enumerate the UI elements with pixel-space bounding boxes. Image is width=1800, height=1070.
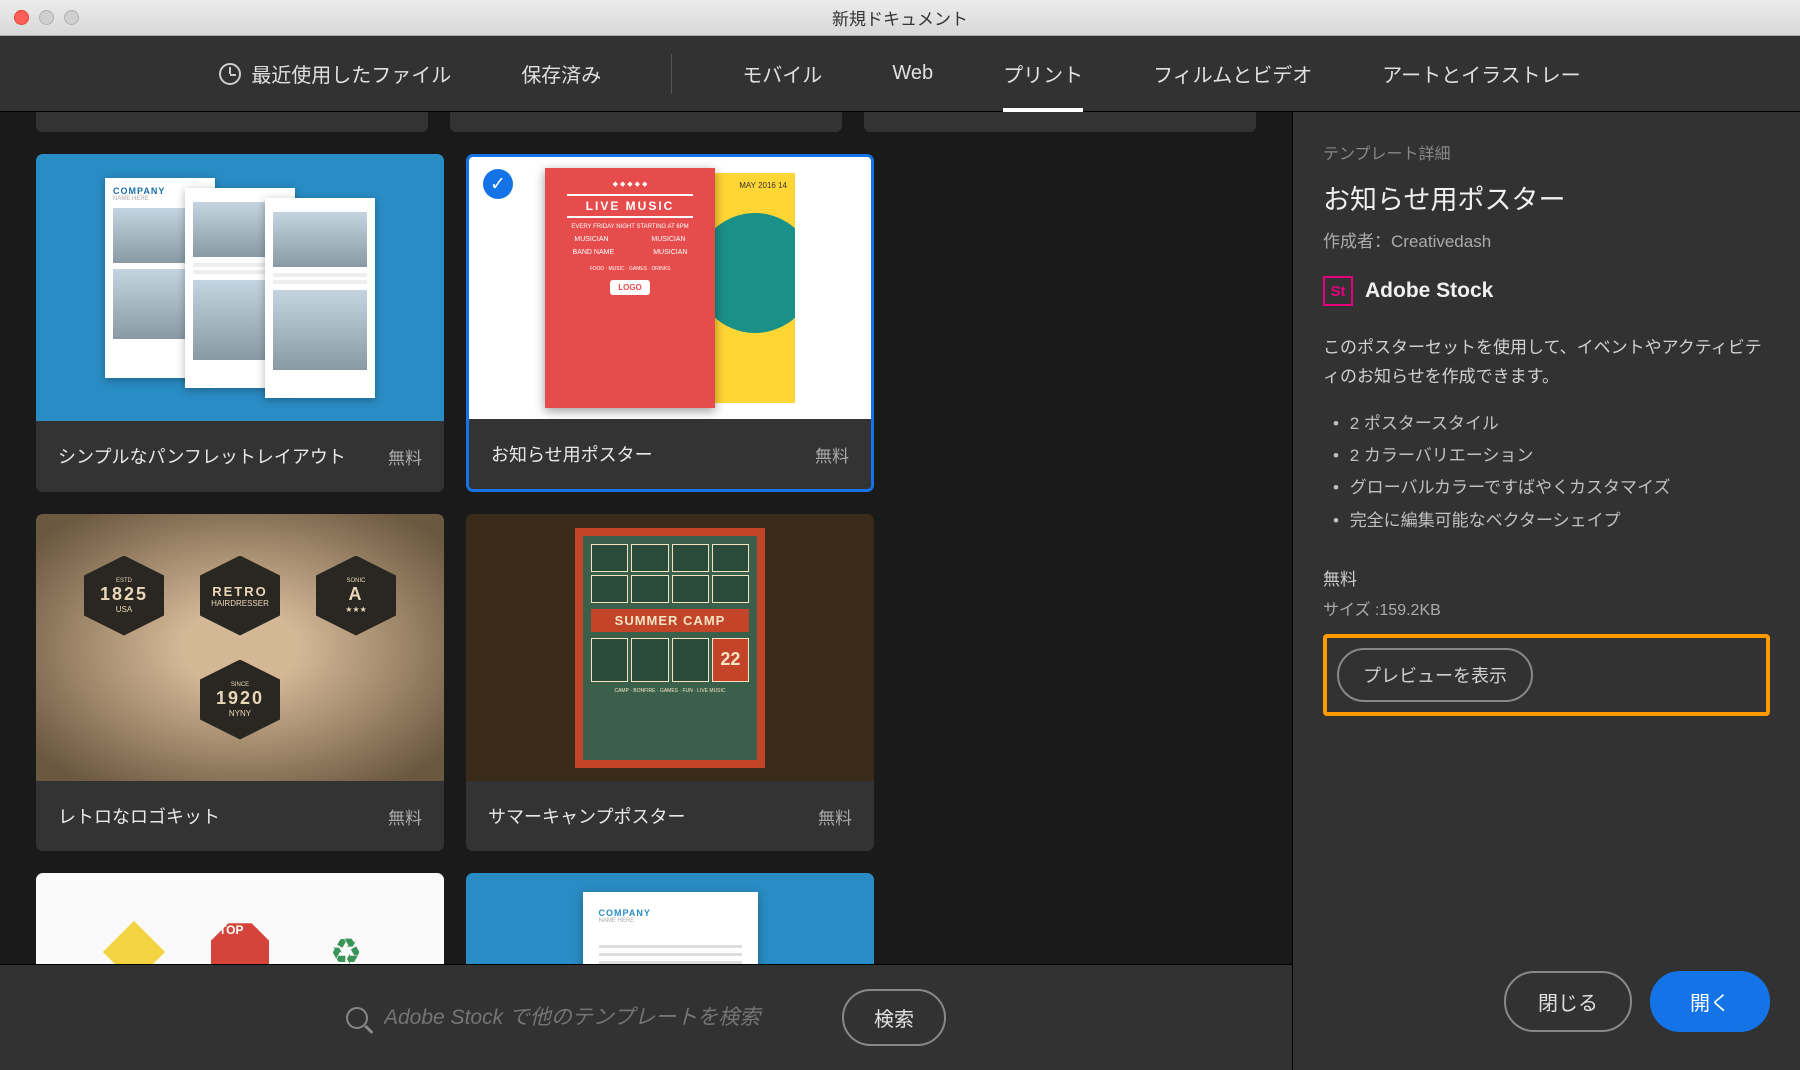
thumb-text: A: [349, 584, 364, 605]
thumb-text: 1920: [216, 688, 264, 709]
detail-size: サイズ :159.2KB: [1323, 596, 1770, 620]
tab-label: フィルムとビデオ: [1153, 59, 1312, 88]
template-card-partial[interactable]: [864, 112, 1256, 132]
template-price: 無料: [388, 444, 422, 469]
list-item: 2 ポスタースタイル: [1333, 408, 1770, 440]
thumb-text: 22: [712, 638, 749, 682]
thumb-text: HAIRDRESSER: [211, 599, 269, 608]
thumb-text: MUSICIAN: [574, 236, 608, 243]
preview-highlight-box: プレビューを表示: [1323, 634, 1770, 716]
show-preview-button[interactable]: プレビューを表示: [1337, 648, 1533, 702]
thumb-text: MUSICIAN: [653, 249, 687, 256]
category-tabs: 最近使用したファイル 保存済み モバイル Web プリント フィルムとビデオ ア…: [0, 36, 1800, 112]
tab-label: アートとイラストレー: [1382, 59, 1580, 88]
titlebar: 新規ドキュメント: [0, 0, 1800, 36]
detail-author: 作成者：Creativedash: [1323, 227, 1770, 252]
thumb-text: MAY 2016 14: [739, 181, 787, 190]
window-controls: [0, 10, 79, 25]
thumb-text: LIVE MUSIC: [567, 194, 693, 218]
thumb-text: SUMMER CAMP: [591, 609, 749, 632]
template-price: 無料: [818, 804, 852, 829]
template-name: お知らせ用ポスター: [491, 441, 653, 467]
template-price: 無料: [388, 804, 422, 829]
template-name: サマーキャンプポスター: [488, 803, 685, 829]
thumb-text: LOGO: [610, 280, 650, 295]
open-button[interactable]: 開く: [1650, 971, 1770, 1032]
thumb-text: EVERY FRIDAY NIGHT STARTING AT 6PM: [553, 224, 707, 230]
tab-label: 最近使用したファイル: [251, 59, 451, 88]
clock-icon: [219, 63, 241, 85]
template-grid-area: COMPANY NAME HERE: [0, 112, 1292, 1070]
list-item: 完全に編集可能なベクターシェイプ: [1333, 505, 1770, 537]
thumbnail: COMPANY NAME HERE: [36, 154, 444, 421]
tab-web[interactable]: Web: [892, 38, 933, 109]
thumb-text: USA: [116, 605, 132, 614]
template-card-partial[interactable]: [36, 112, 428, 132]
tab-recent[interactable]: 最近使用したファイル: [219, 35, 451, 112]
thumb-text: COMPANY: [599, 908, 742, 918]
thumb-text: 1825: [100, 584, 148, 605]
search-bar: 検索: [0, 964, 1292, 1070]
selected-check-icon: ✓: [483, 169, 513, 199]
template-name: レトロなロゴキット: [58, 803, 220, 829]
detail-panel: テンプレート詳細 お知らせ用ポスター 作成者：Creativedash St A…: [1292, 112, 1800, 1070]
tab-label: Web: [892, 62, 933, 85]
thumb-text: CAMP · BONFIRE · GAMES · FUN · LIVE MUSI…: [591, 688, 749, 694]
detail-title: お知らせ用ポスター: [1323, 178, 1770, 217]
template-card-summer-camp[interactable]: SUMMER CAMP 22 CAMP · BONFIRE · GAMES · …: [466, 514, 874, 851]
detail-price: 無料: [1323, 565, 1770, 590]
template-card-partial[interactable]: [450, 112, 842, 132]
window-title: 新規ドキュメント: [832, 5, 968, 30]
tab-label: 保存済み: [521, 59, 601, 88]
minimize-window-icon: [39, 10, 54, 25]
template-price: 無料: [815, 442, 849, 467]
thumb-text: MUSICIAN: [651, 236, 685, 243]
detail-heading: テンプレート詳細: [1323, 140, 1770, 164]
divider: [671, 54, 672, 94]
thumbnail: SUMMER CAMP 22 CAMP · BONFIRE · GAMES · …: [466, 514, 874, 781]
detail-description: このポスターセットを使用して、イベントやアクティビティのお知らせを作成できます。: [1323, 334, 1770, 392]
adobe-stock-label: Adobe Stock: [1365, 279, 1493, 303]
tab-art[interactable]: アートとイラストレー: [1382, 35, 1580, 112]
tab-label: プリント: [1003, 59, 1083, 88]
template-card-retro-logo[interactable]: ESTD1825USA RETROHAIRDRESSER SONICA★★★ S…: [36, 514, 444, 851]
thumbnail: ESTD1825USA RETROHAIRDRESSER SONICA★★★ S…: [36, 514, 444, 781]
tab-saved[interactable]: 保存済み: [521, 35, 601, 112]
list-item: 2 カラーバリエーション: [1333, 440, 1770, 472]
list-item: グローバルカラーですばやくカスタマイズ: [1333, 472, 1770, 504]
template-card-pamphlet[interactable]: COMPANY NAME HERE: [36, 154, 444, 492]
search-button[interactable]: 検索: [842, 989, 946, 1046]
thumbnail: ✓ ◆ ◆ ◆ ◆ ◆ LIVE MUSIC EVERY FRIDAY NIGH…: [469, 157, 871, 419]
thumb-text: RETRO: [212, 584, 268, 599]
detail-feature-list: 2 ポスタースタイル 2 カラーバリエーション グローバルカラーですばやくカスタ…: [1323, 408, 1770, 537]
tab-mobile[interactable]: モバイル: [742, 35, 822, 112]
search-input[interactable]: [384, 1006, 824, 1030]
search-icon: [346, 1007, 368, 1029]
tab-print[interactable]: プリント: [1003, 35, 1083, 112]
thumb-text: NYNY: [229, 709, 251, 718]
adobe-stock-icon: St: [1323, 276, 1353, 306]
template-name: シンプルなパンフレットレイアウト: [58, 443, 346, 469]
thumb-text: BAND NAME: [573, 249, 615, 256]
template-card-announcement-poster[interactable]: ✓ ◆ ◆ ◆ ◆ ◆ LIVE MUSIC EVERY FRIDAY NIGH…: [466, 154, 874, 492]
close-window-icon[interactable]: [14, 10, 29, 25]
tab-film[interactable]: フィルムとビデオ: [1153, 35, 1312, 112]
tab-label: モバイル: [742, 59, 822, 88]
thumb-text: FOOD · MUSIC · GAMES · DRINKS: [553, 266, 707, 272]
close-button[interactable]: 閉じる: [1504, 971, 1632, 1032]
maximize-window-icon: [64, 10, 79, 25]
